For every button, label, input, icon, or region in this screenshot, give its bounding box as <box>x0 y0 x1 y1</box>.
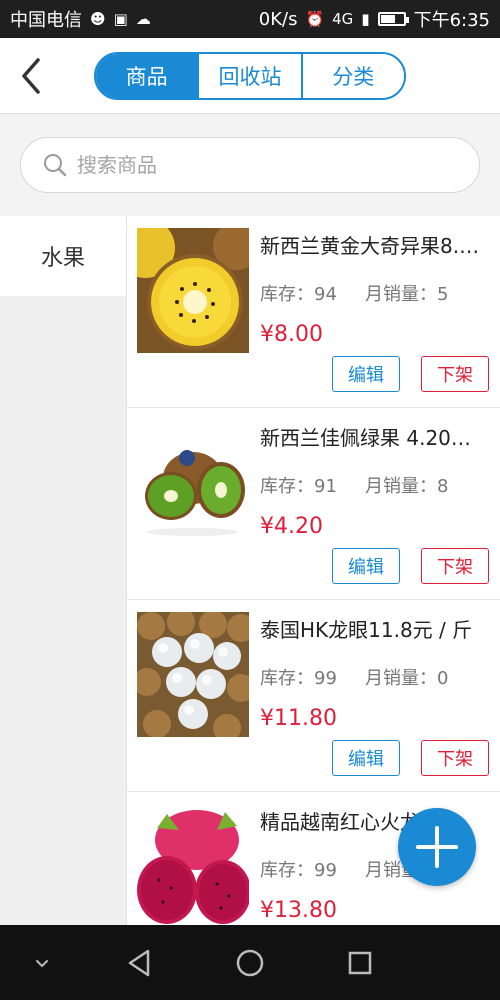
alarm-icon: ⏰ <box>305 10 325 28</box>
system-nav-bar <box>0 925 500 1000</box>
stock-info: 库存：91 <box>260 476 337 497</box>
edit-button[interactable]: 编辑 <box>332 548 400 584</box>
battery-icon <box>377 12 409 26</box>
back-nav-button[interactable] <box>120 943 160 983</box>
tab-products[interactable]: 商品 <box>96 54 198 98</box>
tab-switcher: 商品 回收站 分类 <box>94 52 406 100</box>
back-triangle-icon <box>128 949 150 977</box>
stock-info: 库存：99 <box>260 668 337 689</box>
product-item[interactable]: 新西兰黄金大奇异果8.00元/个 库存：94 月销量：5 ¥8.00 编辑 下架 <box>127 216 500 408</box>
stock-info: 库存：94 <box>260 284 337 305</box>
image-icon: ▣ <box>113 10 128 28</box>
search-icon <box>44 154 67 177</box>
chevron-left-icon <box>22 58 40 94</box>
status-bar: 中国电信 ☻ ▣ ☁ 0K/s ⏰ 4G ▮ 下午6:35 <box>0 0 500 38</box>
product-image-green-kiwi <box>137 420 249 545</box>
status-left: 中国电信 ☻ ▣ ☁ <box>10 6 151 32</box>
signal-icon: ▮ <box>361 10 370 28</box>
add-product-button[interactable] <box>398 808 476 886</box>
sales-info: 月销量：5 <box>365 284 449 305</box>
cloud-icon: ☁ <box>135 10 151 28</box>
delist-button[interactable]: 下架 <box>421 548 489 584</box>
product-name: 新西兰佳佩绿果 4.20元/个 <box>260 426 490 450</box>
product-name: 泰国HK龙眼11.8元 / 斤 <box>260 618 473 642</box>
back-button[interactable] <box>16 56 46 96</box>
stock-info: 库存：99 <box>260 860 337 881</box>
hide-nav-button[interactable] <box>22 943 62 983</box>
recents-nav-button[interactable] <box>340 943 380 983</box>
edit-button[interactable]: 编辑 <box>332 356 400 392</box>
clock: 下午6:35 <box>413 10 490 31</box>
network-type: 4G <box>332 10 354 28</box>
product-price: ¥13.80 <box>260 898 337 923</box>
top-header: 商品 回收站 分类 <box>0 38 500 114</box>
tab-recycle-bin[interactable]: 回收站 <box>197 54 301 98</box>
search-box[interactable] <box>20 137 480 193</box>
product-price: ¥8.00 <box>260 322 323 347</box>
notification-icon: ☻ <box>90 10 106 28</box>
plus-icon <box>416 826 458 868</box>
delist-button[interactable]: 下架 <box>421 740 489 776</box>
edit-button[interactable]: 编辑 <box>332 740 400 776</box>
product-name: 新西兰黄金大奇异果8.00元/个 <box>260 234 490 258</box>
product-item[interactable]: 泰国HK龙眼11.8元 / 斤 库存：99 月销量：0 ¥11.80 编辑 下架 <box>127 600 500 792</box>
search-input[interactable] <box>77 153 457 177</box>
product-image-golden-kiwi <box>137 228 249 353</box>
product-price: ¥11.80 <box>260 706 337 731</box>
product-image-longan <box>137 612 249 737</box>
tab-categories[interactable]: 分类 <box>300 54 404 98</box>
carrier-name: 中国电信 <box>10 10 82 31</box>
product-image-dragon-fruit <box>137 804 249 925</box>
recents-square-icon <box>348 951 372 975</box>
network-speed: 0K/s <box>258 8 298 30</box>
category-sidebar: 水果 <box>0 216 126 925</box>
product-price: ¥4.20 <box>260 514 323 539</box>
delist-button[interactable]: 下架 <box>421 356 489 392</box>
sidebar-item-fruit[interactable]: 水果 <box>0 216 126 296</box>
sales-info: 月销量：8 <box>365 476 449 497</box>
chevron-down-icon <box>36 960 48 968</box>
home-nav-button[interactable] <box>230 943 270 983</box>
product-item[interactable]: 新西兰佳佩绿果 4.20元/个 库存：91 月销量：8 ¥4.20 编辑 下架 <box>127 408 500 600</box>
sales-info: 月销量：0 <box>365 668 449 689</box>
search-area <box>0 114 500 216</box>
status-right: 0K/s ⏰ 4G ▮ 下午6:35 <box>259 6 490 32</box>
home-circle-icon <box>236 949 264 977</box>
